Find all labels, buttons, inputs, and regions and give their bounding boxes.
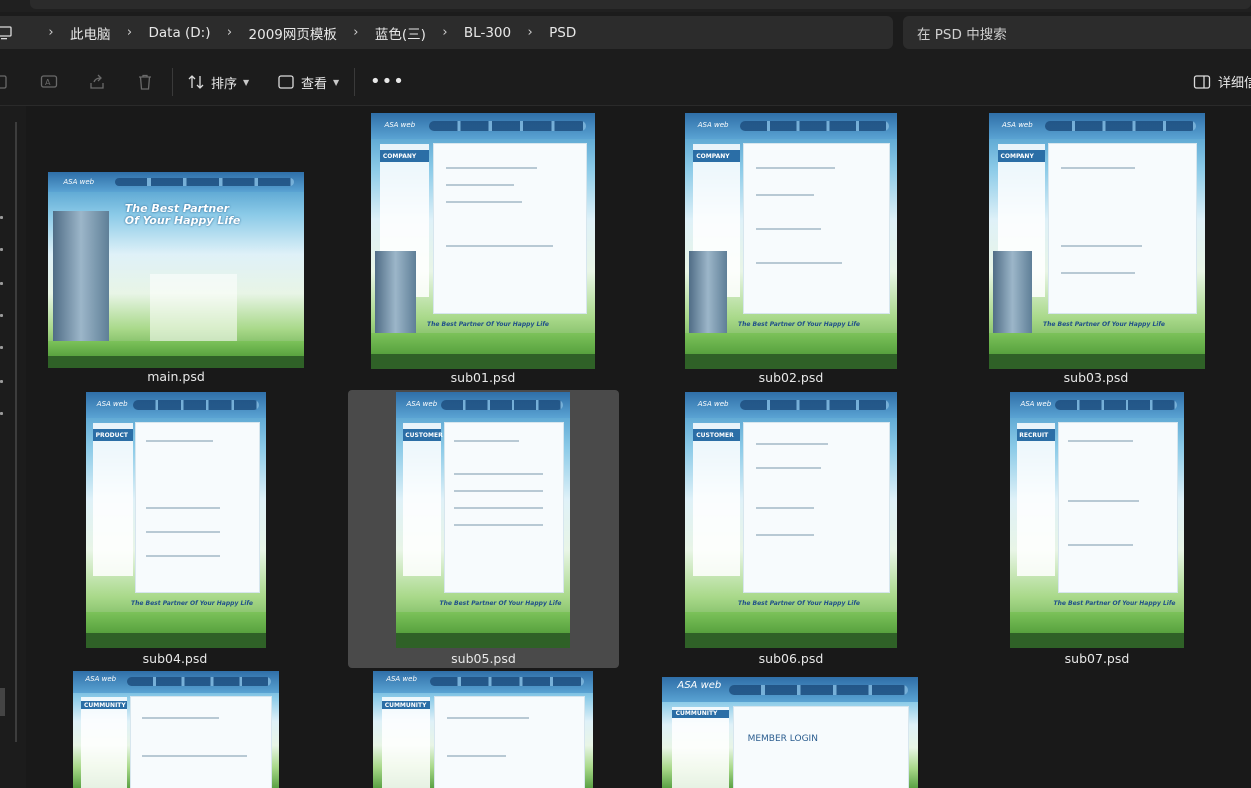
toolbar-divider [172, 68, 173, 96]
nav-scrollbar-thumb[interactable] [0, 688, 5, 716]
file-item-sub06[interactable]: ASA web CUSTOMER The Best Partner Of You… [682, 388, 900, 668]
more-options-button[interactable]: ••• [370, 70, 405, 94]
file-item-sub05[interactable]: ASA web CUSTOMER The Best Partner Of You… [348, 390, 619, 668]
breadcrumb-blue[interactable]: 蓝色(三) [375, 23, 426, 43]
vertical-scrollbar[interactable] [1240, 106, 1251, 788]
breadcrumb-bl300[interactable]: BL-300 [464, 25, 511, 41]
computer-icon[interactable] [0, 25, 12, 41]
details-label: 详细信 [1218, 76, 1251, 91]
sort-button[interactable]: 排序 ▼ [187, 70, 249, 94]
paste-icon[interactable] [0, 73, 12, 91]
file-thumbnail: ASA web PRODUCT The Best Partner Of Your… [86, 392, 266, 648]
file-name: sub05.psd [451, 651, 516, 666]
file-item-sub04[interactable]: ASA web PRODUCT The Best Partner Of Your… [82, 388, 268, 668]
file-thumbnail: ASA web CUMMUNITY [73, 671, 279, 788]
details-pane-button[interactable]: 详细信 [1193, 72, 1251, 91]
sort-label: 排序 [211, 76, 238, 92]
nav-expand-icon[interactable] [0, 346, 3, 349]
breadcrumb-drive[interactable]: Data (D:) [149, 25, 211, 41]
share-icon[interactable] [88, 73, 106, 91]
file-item-row3-1[interactable]: ASA web CUMMUNITY [70, 668, 280, 788]
file-thumbnail: ASA web CUSTOMER The Best Partner Of You… [685, 392, 897, 648]
breadcrumb-this-pc[interactable]: 此电脑 [70, 23, 111, 43]
file-thumbnail: ASA web COMPANY The Best Partner Of Your… [685, 113, 897, 369]
details-pane-icon [1193, 74, 1211, 89]
file-name: sub01.psd [450, 370, 516, 385]
file-thumbnail: ASA web CUMMUNITY MEMBER LOGIN [662, 677, 918, 788]
rename-icon[interactable]: A [40, 73, 58, 91]
search-input[interactable]: 在 PSD 中搜索 [903, 16, 1251, 49]
more-icon: ••• [370, 71, 405, 92]
svg-text:A: A [45, 78, 51, 87]
chevron-right-icon[interactable]: › [225, 25, 235, 40]
view-icon [278, 75, 294, 89]
delete-icon[interactable] [136, 73, 154, 91]
sort-icon [188, 75, 204, 89]
window-top-strip [0, 0, 1251, 12]
file-item-sub07[interactable]: ASA web RECRUIT The Best Partner Of Your… [1008, 388, 1186, 668]
chevron-right-icon[interactable]: › [525, 25, 535, 40]
file-grid[interactable]: ASA web The Best Partner Of Your Happy Li… [26, 106, 1251, 788]
file-thumbnail: ASA web CUMMUNITY [373, 671, 593, 788]
file-thumbnail: ASA web CUSTOMER The Best Partner Of You… [396, 392, 570, 648]
file-item-sub02[interactable]: ASA web COMPANY The Best Partner Of Your… [682, 110, 900, 388]
file-name: sub06.psd [758, 651, 824, 666]
chevron-right-icon[interactable]: › [46, 25, 56, 40]
chevron-down-icon: ▼ [243, 77, 250, 87]
nav-expand-icon[interactable] [0, 216, 3, 219]
file-name: sub02.psd [758, 370, 824, 385]
file-name: sub07.psd [1064, 651, 1130, 666]
file-item-row3-2[interactable]: ASA web CUMMUNITY [370, 668, 594, 788]
chevron-down-icon: ▼ [333, 77, 340, 87]
file-thumbnail: ASA web COMPANY The Best Partner Of Your… [371, 113, 595, 369]
address-bar[interactable]: › 此电脑 › Data (D:) › 2009网页模板 › 蓝色(三) › B… [0, 16, 893, 49]
nav-expand-icon[interactable] [0, 412, 3, 415]
view-label: 查看 [301, 76, 328, 92]
file-item-sub03[interactable]: ASA web COMPANY The Best Partner Of Your… [986, 110, 1206, 388]
file-item-sub01[interactable]: ASA web COMPANY The Best Partner Of Your… [368, 110, 598, 388]
nav-expand-icon[interactable] [0, 282, 3, 285]
file-thumbnail: ASA web RECRUIT The Best Partner Of Your… [1010, 392, 1184, 648]
nav-expand-icon[interactable] [0, 380, 3, 383]
tab-edge [30, 0, 1251, 9]
command-bar: A 排序 ▼ 查看 ▼ ••• 详细信 [0, 58, 1251, 106]
file-item-main[interactable]: ASA web The Best Partner Of Your Happy Li… [44, 166, 308, 388]
file-name: sub03.psd [1063, 370, 1129, 385]
file-item-row3-3[interactable]: ASA web CUMMUNITY MEMBER LOGIN [660, 674, 920, 788]
nav-expand-icon[interactable] [0, 248, 3, 251]
chevron-right-icon[interactable]: › [125, 25, 135, 40]
view-button[interactable]: 查看 ▼ [277, 70, 339, 94]
chevron-right-icon[interactable]: › [440, 25, 450, 40]
file-thumbnail: ASA web COMPANY The Best Partner Of Your… [989, 113, 1205, 369]
breadcrumb-psd[interactable]: PSD [549, 25, 576, 41]
file-thumbnail: ASA web The Best Partner Of Your Happy Li… [48, 172, 304, 368]
breadcrumb-templates[interactable]: 2009网页模板 [249, 23, 337, 43]
file-name: sub04.psd [142, 651, 208, 666]
toolbar-divider [354, 68, 355, 96]
nav-expand-icon[interactable] [0, 314, 3, 317]
chevron-right-icon[interactable]: › [351, 25, 361, 40]
nav-scroll-track[interactable] [15, 122, 17, 742]
file-name: main.psd [147, 369, 205, 384]
navigation-pane[interactable] [0, 106, 26, 788]
